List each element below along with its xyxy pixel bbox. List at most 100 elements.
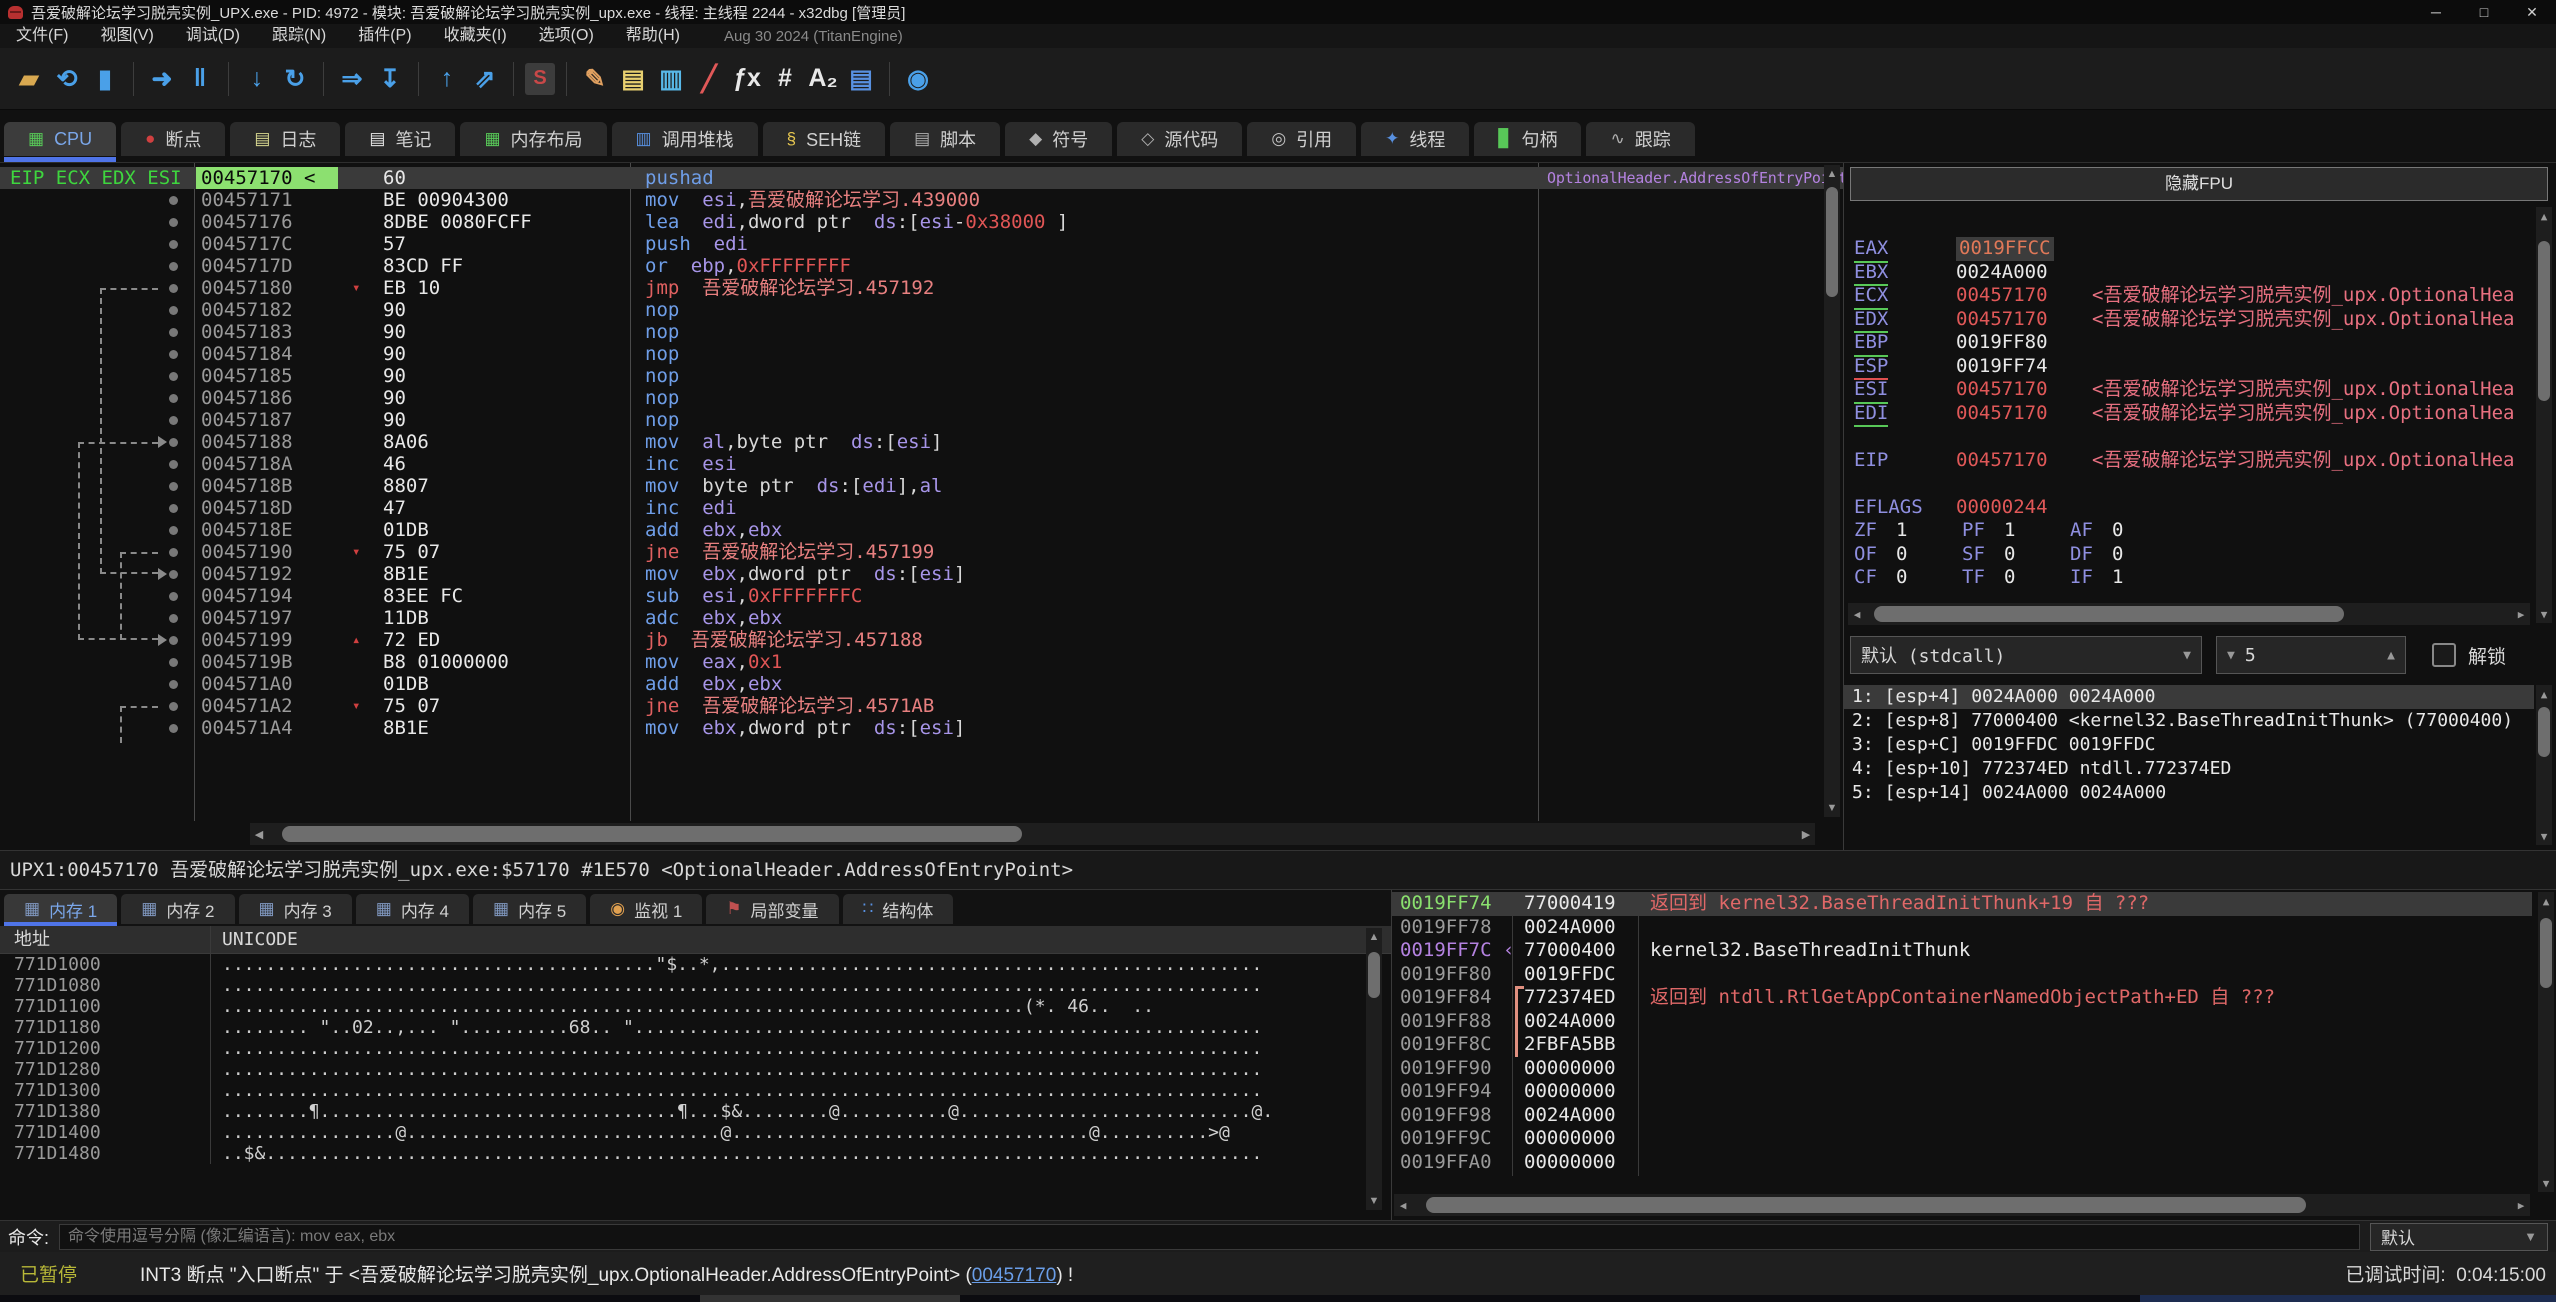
breakpoint-dot[interactable] [169,240,178,249]
scroll-thumb[interactable] [2540,918,2552,988]
register-row[interactable]: ESI 00457170 <吾爱破解论坛学习脱壳实例_upx.OptionalHea [1844,378,2534,404]
run-icon[interactable]: ➜ [145,61,179,97]
disasm-row[interactable]: 00457188 8A06 mov al,byte ptr ds:[esi] [0,431,1843,453]
flag-value[interactable]: 0 [2004,566,2015,590]
tab-trace[interactable]: ∿ 跟踪 [1586,122,1695,156]
close-button[interactable]: ✕ [2508,0,2556,24]
scroll-down-button[interactable]: ▼ [2535,605,2553,623]
memory-row[interactable]: 771D1200................................… [0,1038,1367,1059]
memory-row[interactable]: 771D1280................................… [0,1059,1367,1080]
hide-fpu-button[interactable]: 隐藏FPU [1850,167,2548,201]
flag-name[interactable]: IF [2070,566,2093,590]
font-icon[interactable]: A₂ [806,61,840,97]
tab-script[interactable]: ▤ 脚本 [890,122,1001,156]
flag-name[interactable]: DF [2070,543,2093,567]
disasm-row[interactable]: 004571A0 01DB add ebx,ebx [0,673,1843,695]
register-row[interactable]: EFLAGS 00000244 [1844,496,2534,520]
registers-vertical-scrollbar[interactable]: ▲ ▼ [2536,207,2552,623]
register-name[interactable]: EAX [1854,237,1889,263]
assembler-icon[interactable]: ✎ [578,61,612,97]
memory-row[interactable]: 771D1080................................… [0,975,1367,996]
flag-name[interactable]: SF [1962,543,1985,567]
command-input[interactable] [59,1223,2360,1250]
restart-icon[interactable]: ⟲ [50,61,84,97]
run-to-user-code-icon[interactable]: ⇒ [335,61,369,97]
disasm-row[interactable]: 004571A2 75 07 ▾ jne 吾爱破解论坛学习.4571AB [0,695,1843,717]
scroll-left-button[interactable]: ◀ [1394,1196,1412,1214]
arguments-vertical-scrollbar[interactable]: ▲ ▼ [2536,685,2552,845]
tab-memory-map[interactable]: ▦ 内存布局 [460,122,607,156]
flag-value[interactable]: 0 [1896,543,1907,567]
register-name[interactable]: ESI [1854,378,1889,404]
stack-row[interactable]: 0019FF9C 00000000 [1392,1127,2532,1151]
stack-row[interactable]: 0019FF84 772374ED 返回到 ntdll.RtlGetAppConta… [1392,986,2532,1010]
breakpoint-dot[interactable] [169,526,178,535]
disasm-row[interactable]: 00457197 11DB adc ebx,ebx [0,607,1843,629]
disasm-row[interactable]: 00457190 75 07 ▾ jne 吾爱破解论坛学习.457199 [0,541,1843,563]
stack-row[interactable]: 0019FF74 77000419 返回到 kernel32.BaseThreadI… [1392,892,2532,916]
register-name[interactable]: ECX [1854,284,1889,310]
menu-item[interactable]: 文件(F) [0,27,84,44]
record-trace-icon[interactable]: S [525,62,555,95]
trace-into-icon[interactable]: ⇗ [468,61,502,97]
register-name[interactable]: EDX [1854,308,1889,333]
column-address[interactable]: 地址 [14,926,50,953]
tab-symbols[interactable]: ◆ 符号 [1005,122,1113,156]
scroll-up-button[interactable]: ▲ [2537,892,2555,910]
disasm-vertical-scrollbar[interactable]: ▲ ▼ [1824,165,1840,817]
tab-dump-1[interactable]: ▦ 内存 1 [4,894,118,926]
register-name[interactable]: EBP [1854,331,1889,357]
memory-row[interactable]: 771D1400 ................@...............… [0,1122,1367,1143]
registers-horizontal-scrollbar[interactable]: ◀ ▶ [1848,603,2530,625]
flag-value[interactable]: 0 [2112,519,2123,543]
register-value[interactable]: 00000244 [1956,496,2048,520]
scroll-up-button[interactable]: ▲ [2535,207,2553,225]
disasm-row[interactable]: 00457194 83EE FC sub esi,0xFFFFFFFC [0,585,1843,607]
disasm-row[interactable]: 00457199 72 ED ▴ jb 吾爱破解论坛学习.457188 [0,629,1843,651]
scroll-left-button[interactable]: ◀ [250,825,268,843]
scroll-down-button[interactable]: ▼ [1823,799,1841,817]
breakpoint-dot[interactable] [169,702,178,711]
stack-horizontal-scrollbar[interactable]: ◀ ▶ [1394,1194,2530,1216]
disasm-row[interactable]: 00457184 90 nop [0,343,1843,365]
disasm-row[interactable]: 0045718A 46 inc esi [0,453,1843,475]
stack-row[interactable]: 0019FF90 00000000 [1392,1057,2532,1081]
maximize-button[interactable]: □ [2460,0,2508,24]
menu-item[interactable]: 帮助(H) [610,27,696,44]
stack-argument-row[interactable]: 3: [esp+C] 0019FFDC 0019FFDC [1844,733,2534,757]
register-row[interactable]: EDI 00457170 <吾爱破解论坛学习脱壳实例_upx.OptionalHea [1844,402,2534,427]
functions-icon[interactable]: ƒx [730,61,764,97]
register-value[interactable]: 0019FF74 [1956,355,2048,379]
breakpoint-dot[interactable] [169,614,178,623]
tab-dump-2[interactable]: ▦ 内存 2 [121,894,235,924]
tab-dump-4[interactable]: ▦ 内存 4 [355,894,469,924]
memory-row[interactable]: 771D1300................................… [0,1080,1367,1101]
breakpoint-dot[interactable] [169,548,178,557]
breakpoint-dot[interactable] [169,460,178,469]
menu-item[interactable]: 插件(P) [342,27,427,44]
tab-source[interactable]: ◇ 源代码 [1117,122,1243,156]
register-value[interactable]: 0019FFCC [1956,237,2054,261]
calculator-icon[interactable]: # [768,61,802,97]
tab-breakpoints[interactable]: ● 断点 [121,122,226,156]
flag-value[interactable]: 1 [1896,519,1907,543]
patch-icon[interactable]: ╱ [692,61,726,97]
stack-row[interactable]: 0019FF98 0024A000 [1392,1104,2532,1128]
breakpoint-dot[interactable] [169,196,178,205]
breakpoint-dot[interactable] [169,482,178,491]
register-row[interactable]: EBP 0019FF80 [1844,331,2534,357]
tab-dump-5[interactable]: ▦ 内存 5 [473,894,587,924]
memory-row[interactable]: 771D1380 ........¶.......................… [0,1101,1367,1122]
register-row[interactable]: EIP 00457170 <吾爱破解论坛学习脱壳实例_upx.OptionalHea [1844,449,2534,473]
disasm-row[interactable]: 00457183 90 nop [0,321,1843,343]
tab-watch-1[interactable]: ◉ 监视 1 [590,894,703,924]
command-profile-select[interactable]: 默认 ▼ [2370,1222,2548,1251]
stack-argument-row[interactable]: 4: [esp+10] 772374ED ntdll.772374ED [1844,757,2534,781]
register-value[interactable]: 00457170 [1956,449,2048,473]
tab-handles[interactable]: ▊ 句柄 [1474,122,1582,156]
stack-argument-row[interactable]: 5: [esp+14] 0024A000 0024A000 [1844,781,2534,805]
stack-row[interactable]: 0019FFA0 00000000 [1392,1151,2532,1175]
register-value[interactable]: 00457170 [1956,402,2048,426]
disasm-row[interactable]: EIP ECX EDX ESI 00457170 < 60 pushad Optiona… [0,167,1843,189]
open-file-icon[interactable]: ▰ [12,61,46,97]
